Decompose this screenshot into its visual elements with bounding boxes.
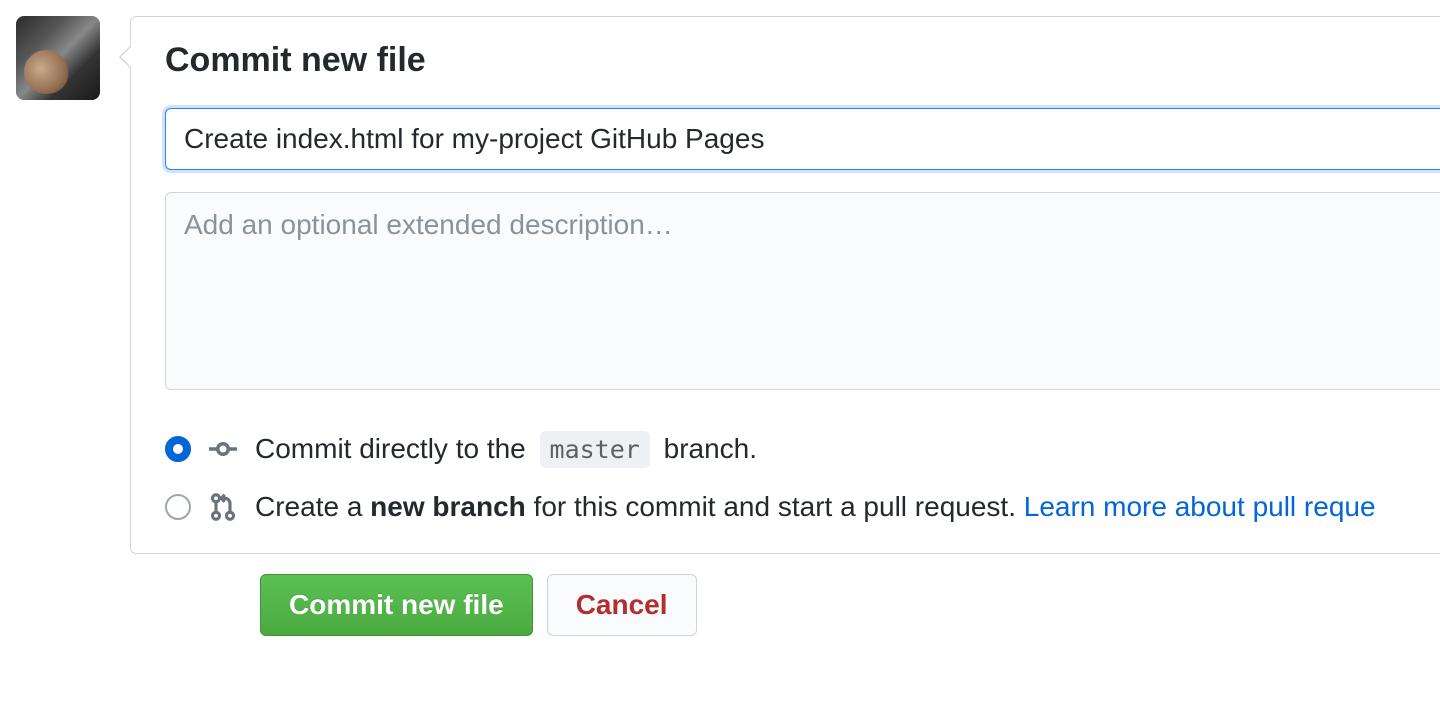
commit-summary-input[interactable]	[165, 108, 1440, 170]
option-new-branch-label: Create a new branch for this commit and …	[255, 491, 1376, 523]
option-new-branch[interactable]: Create a new branch for this commit and …	[165, 491, 1440, 523]
cancel-button[interactable]: Cancel	[547, 574, 697, 636]
commit-panel: Commit new file Commit directly to the m	[130, 16, 1440, 554]
option-direct-label: Commit directly to the master branch.	[255, 433, 757, 465]
commit-description-textarea[interactable]	[165, 192, 1440, 390]
git-commit-icon	[209, 435, 237, 463]
learn-more-link[interactable]: Learn more about pull reque	[1024, 491, 1376, 522]
radio-selected-icon	[165, 436, 191, 462]
radio-unselected-icon	[165, 494, 191, 520]
git-pull-request-icon	[209, 493, 237, 521]
avatar[interactable]	[16, 16, 100, 100]
commit-button[interactable]: Commit new file	[260, 574, 533, 636]
option-commit-direct[interactable]: Commit directly to the master branch.	[165, 433, 1440, 465]
branch-name: master	[540, 431, 650, 468]
panel-title: Commit new file	[165, 41, 1440, 80]
